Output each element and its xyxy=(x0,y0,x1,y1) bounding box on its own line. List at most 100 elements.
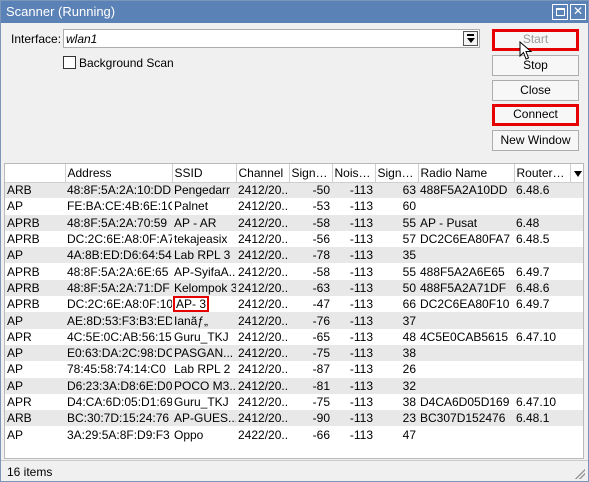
table-cell: DC2C6EA80FA7 xyxy=(418,230,514,248)
table-row[interactable]: AP 78:45:58:74:14:C0 Lab RPL 2 2412/20... -8… xyxy=(5,361,583,378)
table-cell: AP xyxy=(5,426,65,443)
table-cell: 3A:29:5A:8F:D9:F3 xyxy=(65,426,172,443)
table-cell: -113 xyxy=(332,361,375,378)
table-cell: -90 xyxy=(289,410,332,427)
table-cell: 48:8F:5A:2A:70:59 xyxy=(65,214,172,231)
table-cell: 32 xyxy=(375,377,418,394)
column-header-radio-name[interactable]: Radio Name xyxy=(418,164,515,183)
table-row[interactable]: APRB 48:8F:5A:2A:71:DF Kelompok 3 2412/20..… xyxy=(5,279,583,297)
table-cell: 2412/20... xyxy=(236,247,289,264)
table-cell: 6.48.6 xyxy=(514,182,570,199)
table-row[interactable]: AP FE:BA:CE:4B:6E:1C Palnet 2412/20... -53 -1… xyxy=(5,198,583,215)
table-cell xyxy=(418,344,514,362)
column-menu-arrow-icon[interactable] xyxy=(570,164,583,183)
table-cell: 2412/20... xyxy=(236,312,289,329)
table-cell: -113 xyxy=(332,214,375,231)
resize-grip-icon[interactable] xyxy=(575,469,585,479)
table-row[interactable]: APR D4:CA:6D:05:D1:69 Guru_TKJ 2412/20... -7… xyxy=(5,393,583,411)
table-row[interactable]: AP 3A:29:5A:8F:D9:F3 Oppo 2422/20... -66 -113… xyxy=(5,426,583,443)
column-header-signal-to-noise[interactable]: Signal... xyxy=(375,164,419,183)
interface-select[interactable]: wlan1 xyxy=(63,29,480,48)
table-cell: AP-GUES... xyxy=(172,410,236,427)
table-cell: -66 xyxy=(289,426,332,443)
window-title: Scanner (Running) xyxy=(6,4,116,19)
dropdown-arrow-icon[interactable] xyxy=(463,31,478,46)
column-header-address[interactable]: Address xyxy=(65,164,173,183)
table-row[interactable]: AP D6:23:3A:D8:6E:D0 POCO M3... 2412/20... -… xyxy=(5,377,583,394)
table-cell: -113 xyxy=(332,344,375,362)
scan-results-table[interactable]: Address SSID Channel Signal... Noise ...… xyxy=(4,163,584,459)
table-row[interactable]: APRB 48:8F:5A:2A:6E:65 AP-SyifaA... 2412/20… xyxy=(5,263,583,280)
maximize-button[interactable] xyxy=(552,4,568,20)
table-cell: -75 xyxy=(289,344,332,362)
table-cell xyxy=(418,361,514,378)
table-row[interactable]: APR 4C:5E:0C:AB:56:15 Guru_TKJ 2412/20... -6… xyxy=(5,328,583,345)
close-button[interactable]: Close xyxy=(492,80,579,101)
table-cell: 2412/20... xyxy=(236,328,289,345)
background-scan-checkbox[interactable] xyxy=(63,56,76,69)
table-cell: -50 xyxy=(289,182,332,199)
table-cell: 66 xyxy=(375,296,418,313)
table-cell: 38 xyxy=(375,344,418,362)
table-row[interactable]: AP E0:63:DA:2C:98:DC PASGAN... 2412/20... -7… xyxy=(5,344,583,362)
table-cell: BC307D152476 xyxy=(418,410,514,427)
table-cell: 55 xyxy=(375,263,418,280)
table-cell: D6:23:3A:D8:6E:D0 xyxy=(65,377,172,394)
table-cell: APRB xyxy=(5,230,65,248)
close-window-button[interactable]: ✕ xyxy=(570,4,586,20)
new-window-button[interactable]: New Window xyxy=(492,130,579,151)
table-cell: APR xyxy=(5,328,65,345)
table-cell: AP - AR xyxy=(172,214,236,231)
table-cell: 2412/20... xyxy=(236,296,289,313)
table-cell xyxy=(418,247,514,264)
table-cell: 48:8F:5A:2A:10:DD xyxy=(65,182,172,199)
table-cell: -113 xyxy=(332,247,375,264)
column-header-signal-strength[interactable]: Signal... xyxy=(289,164,333,183)
table-row[interactable]: ARB BC:30:7D:15:24:76 AP-GUES... 2412/20...… xyxy=(5,410,583,427)
column-header-channel[interactable]: Channel xyxy=(236,164,290,183)
table-cell: -78 xyxy=(289,247,332,264)
table-cell: 78:45:58:74:14:C0 xyxy=(65,361,172,378)
table-row[interactable]: AP 4A:8B:ED:D6:64:54 Lab RPL 3 2412/20... -7… xyxy=(5,247,583,264)
highlighted-ssid: AP- 3 xyxy=(172,296,210,313)
table-cell xyxy=(514,361,570,378)
table-cell: D4CA6D05D169 xyxy=(418,393,514,411)
table-cell: ARB xyxy=(5,410,65,427)
table-row[interactable]: APRB DC:2C:6E:A8:0F:A7 tekajeasix 2412/20..… xyxy=(5,230,583,248)
table-cell: 23 xyxy=(375,410,418,427)
table-cell: 47 xyxy=(375,426,418,443)
table-header-row: Address SSID Channel Signal... Noise ...… xyxy=(5,164,583,183)
table-cell xyxy=(418,312,514,329)
table-cell: AP - Pusat xyxy=(418,214,514,231)
column-header-ssid[interactable]: SSID xyxy=(172,164,237,183)
table-row[interactable]: AP AE:8D:53:F3:B3:ED Ianãƒ„ 2412/20... -76 -1… xyxy=(5,312,583,329)
table-row[interactable]: ARB 48:8F:5A:2A:10:DD Pengedarr 2412/20... -… xyxy=(5,182,583,199)
table-cell: 2412/20... xyxy=(236,377,289,394)
table-cell: -113 xyxy=(332,426,375,443)
column-header-routeros-version[interactable]: RouterO... xyxy=(514,164,571,183)
table-cell: Oppo xyxy=(172,426,236,443)
table-cell: DC:2C:6E:A8:0F:10 xyxy=(65,296,172,313)
start-button[interactable]: Start xyxy=(492,29,579,51)
table-cell: Palnet xyxy=(172,198,236,215)
title-bar[interactable]: Scanner (Running) ✕ xyxy=(1,1,588,23)
table-cell: 2412/20... xyxy=(236,279,289,297)
stop-button[interactable]: Stop xyxy=(492,55,579,76)
table-cell: -113 xyxy=(332,279,375,297)
table-cell xyxy=(514,426,570,443)
column-header-noise-floor[interactable]: Noise ... xyxy=(332,164,376,183)
table-cell: 6.48.6 xyxy=(514,279,570,297)
table-row[interactable]: APRB DC:2C:6E:A8:0F:10 AP- 3 2412/20... -47-… xyxy=(5,296,583,313)
table-cell: 48:8F:5A:2A:6E:65 xyxy=(65,263,172,280)
table-cell xyxy=(514,198,570,215)
maximize-icon xyxy=(555,8,565,16)
table-row[interactable]: APRB 48:8F:5A:2A:70:59 AP - AR 2412/20... -5… xyxy=(5,214,583,231)
connect-button[interactable]: Connect xyxy=(492,104,579,126)
table-cell: Ianãƒ„ xyxy=(172,312,236,329)
table-cell: -65 xyxy=(289,328,332,345)
interface-value: wlan1 xyxy=(66,32,98,46)
table-cell: AP xyxy=(5,377,65,394)
table-cell-filler xyxy=(570,410,583,427)
table-cell: ARB xyxy=(5,182,65,199)
column-header-flags[interactable] xyxy=(5,164,66,183)
